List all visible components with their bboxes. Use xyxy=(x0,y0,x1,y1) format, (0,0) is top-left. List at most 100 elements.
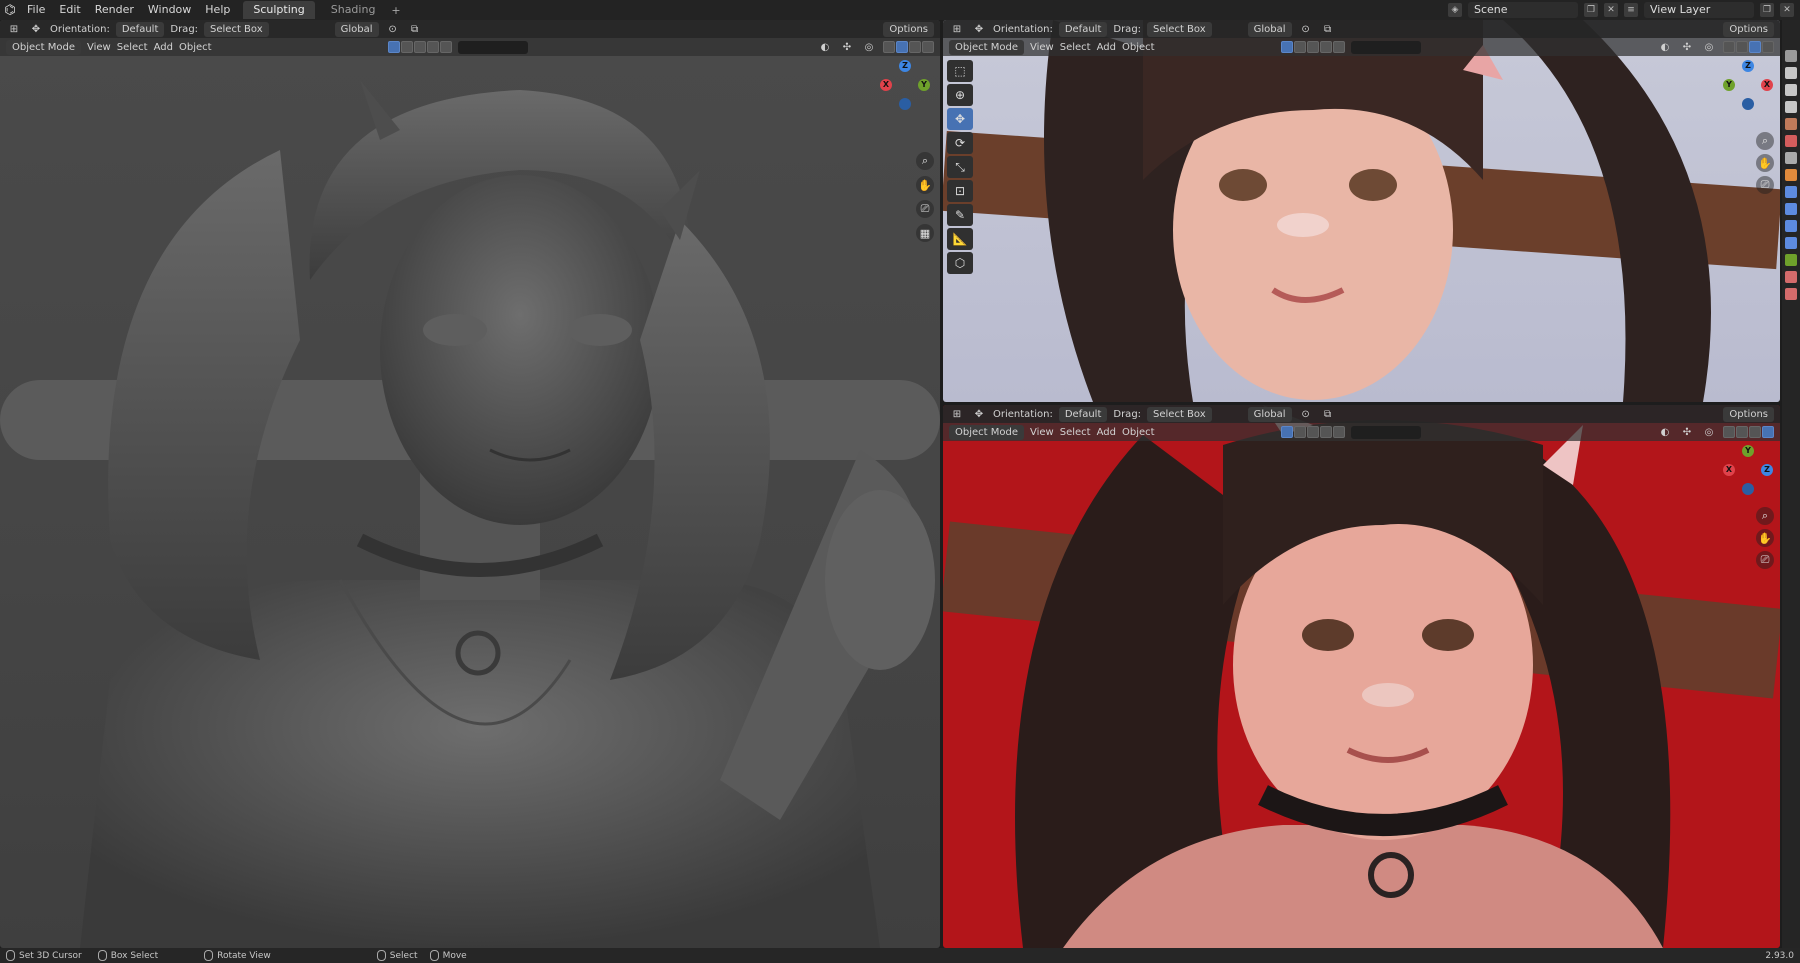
copy-icon[interactable]: ❐ xyxy=(1584,3,1598,17)
options-dropdown[interactable]: Options xyxy=(883,21,934,37)
shading-wire[interactable] xyxy=(1723,41,1735,53)
snap-icon[interactable]: ⧉ xyxy=(1320,22,1336,37)
constraints-properties-icon[interactable] xyxy=(1785,237,1797,249)
blender-logo-icon[interactable]: ⌬ xyxy=(0,0,20,20)
menu-file[interactable]: File xyxy=(20,0,52,20)
orientation-dropdown[interactable]: Default xyxy=(115,21,165,37)
mode-dropdown[interactable]: Object Mode xyxy=(949,39,1024,55)
shading-render[interactable] xyxy=(1762,426,1774,438)
toggle-2[interactable] xyxy=(1293,41,1306,53)
gizmo-z[interactable]: Z xyxy=(1761,464,1773,476)
camera-icon[interactable]: ⎚ xyxy=(916,200,934,218)
pivot-icon[interactable]: ⊙ xyxy=(385,22,401,37)
hand-icon[interactable]: ✋ xyxy=(916,176,934,194)
gizmo-x[interactable]: X xyxy=(880,79,892,91)
menu-select[interactable]: Select xyxy=(1060,42,1091,53)
view-layer-properties-icon[interactable] xyxy=(1785,101,1797,113)
rotate-icon[interactable]: ⟳ xyxy=(947,132,973,154)
grid-icon[interactable]: ▦ xyxy=(916,224,934,242)
gizmo-z[interactable]: Z xyxy=(1742,60,1754,72)
shading-modes[interactable] xyxy=(883,41,934,53)
toggle-3[interactable] xyxy=(1306,426,1319,438)
filter-search-input[interactable] xyxy=(1350,425,1421,439)
visibility-icon[interactable]: ◐ xyxy=(817,40,833,55)
menu-add[interactable]: Add xyxy=(1097,42,1116,53)
toggle-1[interactable] xyxy=(387,41,400,53)
toggle-5[interactable] xyxy=(1332,41,1345,53)
viewport-sculpt[interactable]: ⊞ ✥ Orientation: Default Drag: Select Bo… xyxy=(0,20,940,948)
menu-add[interactable]: Add xyxy=(154,42,173,53)
tab-shading[interactable]: Shading xyxy=(321,1,386,19)
gizmo-neg-z[interactable] xyxy=(1742,98,1754,110)
toggle-2[interactable] xyxy=(1293,426,1306,438)
scene-properties-icon[interactable] xyxy=(1785,118,1797,130)
orientation-dropdown[interactable]: Default xyxy=(1058,21,1108,37)
snap-icon[interactable]: ⧉ xyxy=(1320,407,1336,422)
viewport-render-top[interactable]: ⊞ ✥ Orientation: Default Drag: Select Bo… xyxy=(943,20,1780,402)
move-tool-icon[interactable]: ✥ xyxy=(947,108,973,130)
viewport-render-bottom[interactable]: ⊞ ✥ Orientation: Default Drag: Select Bo… xyxy=(943,405,1780,948)
editor-type-icon[interactable]: ⊞ xyxy=(949,407,965,422)
scale-icon[interactable]: ⤡ xyxy=(947,156,973,178)
shading-render[interactable] xyxy=(922,41,934,53)
gizmo-neg-z[interactable] xyxy=(1742,483,1754,495)
selectability-toggles[interactable] xyxy=(1280,41,1345,53)
gizmo-x[interactable]: X xyxy=(1761,79,1773,91)
navigation-gizmo[interactable]: Z X Y xyxy=(1723,60,1773,110)
menu-help[interactable]: Help xyxy=(198,0,237,20)
annotate-icon[interactable]: ✎ xyxy=(947,204,973,226)
navigation-gizmo[interactable]: Y Z X xyxy=(1723,445,1773,495)
toggle-5[interactable] xyxy=(439,41,452,53)
snap-icon[interactable]: ⧉ xyxy=(407,22,423,37)
toggle-1[interactable] xyxy=(1280,426,1293,438)
transform-icon[interactable]: ⊡ xyxy=(947,180,973,202)
drag-dropdown[interactable]: Select Box xyxy=(1147,21,1212,37)
mode-dropdown[interactable]: Object Mode xyxy=(949,424,1024,440)
menu-select[interactable]: Select xyxy=(1060,427,1091,438)
select-tool-icon[interactable]: ⬚ xyxy=(947,60,973,82)
menu-window[interactable]: Window xyxy=(141,0,198,20)
pivot-icon[interactable]: ⊙ xyxy=(1298,407,1314,422)
remove-layer-icon[interactable]: ✕ xyxy=(1780,3,1794,17)
menu-view[interactable]: View xyxy=(1030,427,1054,438)
shading-solid[interactable] xyxy=(1736,41,1748,53)
cursor-icon[interactable]: ⊕ xyxy=(947,84,973,106)
move-icon[interactable]: ✥ xyxy=(28,22,44,37)
scene-selector[interactable]: Scene xyxy=(1468,2,1578,18)
gizmo-neg-z[interactable] xyxy=(899,98,911,110)
filter-search-input[interactable] xyxy=(1350,40,1421,54)
zoom-icon[interactable]: ⌕ xyxy=(1756,507,1774,525)
gizmo-y[interactable]: Y xyxy=(1742,445,1754,457)
world-properties-icon[interactable] xyxy=(1785,135,1797,147)
navigation-gizmo[interactable]: Z Y X xyxy=(880,60,930,110)
toggle-1[interactable] xyxy=(1280,41,1293,53)
menu-view[interactable]: View xyxy=(1030,42,1054,53)
shading-render[interactable] xyxy=(1762,41,1774,53)
measure-icon[interactable]: 📐 xyxy=(947,228,973,250)
tool-properties-icon[interactable] xyxy=(1785,50,1797,62)
particles-properties-icon[interactable] xyxy=(1785,203,1797,215)
overlay-icon[interactable]: ◎ xyxy=(1701,425,1717,440)
physics-properties-icon[interactable] xyxy=(1785,220,1797,232)
visibility-icon[interactable]: ◐ xyxy=(1657,40,1673,55)
menu-object[interactable]: Object xyxy=(1122,42,1155,53)
add-workspace-button[interactable]: + xyxy=(385,4,406,17)
gizmo-toggle-icon[interactable]: ✣ xyxy=(839,40,855,55)
texture-properties-icon[interactable] xyxy=(1785,288,1797,300)
transform-orientation-dropdown[interactable]: Global xyxy=(1247,406,1292,422)
shading-modes[interactable] xyxy=(1723,426,1774,438)
gizmo-y[interactable]: Y xyxy=(918,79,930,91)
close-icon[interactable]: ✕ xyxy=(1604,3,1618,17)
layers-icon[interactable]: ≡ xyxy=(1624,3,1638,17)
options-dropdown[interactable]: Options xyxy=(1723,21,1774,37)
hand-icon[interactable]: ✋ xyxy=(1756,529,1774,547)
toggle-4[interactable] xyxy=(1319,41,1332,53)
pivot-icon[interactable]: ⊙ xyxy=(1298,22,1314,37)
menu-view[interactable]: View xyxy=(87,42,111,53)
render-properties-icon[interactable] xyxy=(1785,67,1797,79)
shading-solid[interactable] xyxy=(1736,426,1748,438)
gizmo-z[interactable]: Z xyxy=(899,60,911,72)
gizmo-toggle-icon[interactable]: ✣ xyxy=(1679,425,1695,440)
selectability-toggles[interactable] xyxy=(1280,426,1345,438)
shading-material[interactable] xyxy=(1749,426,1761,438)
